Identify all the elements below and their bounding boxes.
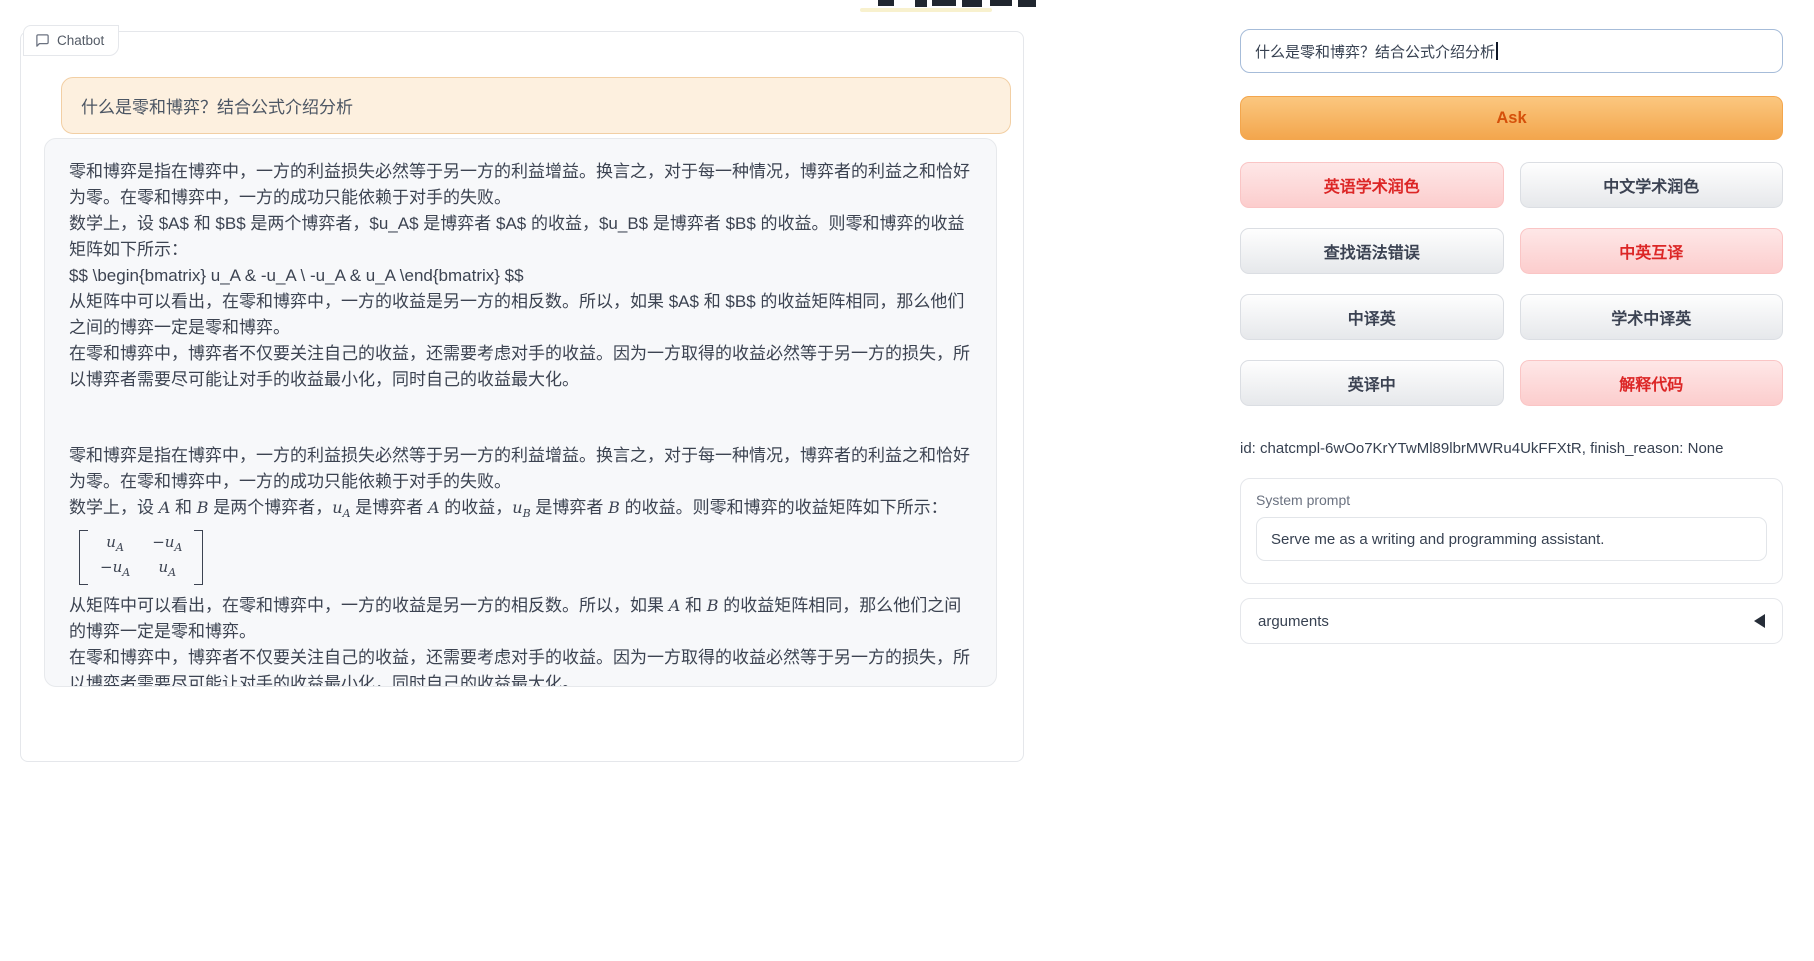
title-fragment: [932, 0, 956, 6]
matrix-cell: −uA: [152, 533, 182, 557]
math-subscript: A: [343, 507, 351, 520]
response-status-line: id: chatcmpl-6wOo7KrYTwMl89lbrMWRu4UkFFX…: [1240, 440, 1783, 457]
button-english-academic-polish[interactable]: 英语学术润色: [1240, 162, 1504, 208]
title-fragment: [990, 0, 1012, 6]
system-prompt-label: System prompt: [1256, 492, 1767, 508]
math-var: u: [512, 498, 522, 517]
user-message-text: 什么是零和博弈？结合公式介绍分析: [81, 93, 353, 118]
button-chinese-academic-polish[interactable]: 中文学术润色: [1520, 162, 1784, 208]
clipped-page-title: [860, 0, 1080, 13]
quick-actions-grid: 英语学术润色 中文学术润色 查找语法错误 中英互译 中译英 学术中译英 英译中 …: [1240, 162, 1783, 406]
bot-raw-paragraph: 零和博弈是指在博弈中，一方的利益损失必然等于另一方的利益增益。换言之，对于每一种…: [69, 159, 972, 211]
matrix-cell: uA: [106, 533, 124, 557]
payoff-matrix: uA −uA −uA uA: [79, 530, 203, 585]
system-prompt-input[interactable]: Serve me as a writing and programming as…: [1256, 517, 1767, 561]
bot-rendered-paragraph-math: 从矩阵中可以看出，在零和博弈中，一方的收益是另一方的相反数。所以，如果 A 和 …: [69, 593, 972, 645]
math-var: A: [428, 498, 440, 517]
arguments-accordion-label: arguments: [1258, 613, 1329, 630]
bot-rendered-paragraph: 零和博弈是指在博弈中，一方的利益损失必然等于另一方的利益增益。换言之，对于每一种…: [69, 443, 972, 495]
bot-rendered-paragraph-math: 数学上，设 A 和 B 是两个博弈者，uA 是博弈者 A 的收益，uB 是博弈者…: [69, 495, 972, 527]
math-var: B: [608, 498, 620, 517]
bot-message-bubble: 零和博弈是指在博弈中，一方的利益损失必然等于另一方的利益增益。换言之，对于每一种…: [44, 138, 997, 687]
bot-rendered-paragraph: 在零和博弈中，博弈者不仅要关注自己的收益，还需要考虑对手的收益。因为一方取得的收…: [69, 645, 972, 687]
arguments-accordion[interactable]: arguments: [1240, 598, 1783, 644]
title-fragment: [878, 0, 894, 6]
bot-raw-paragraph: 数学上，设 $A$ 和 $B$ 是两个博弈者，$u_A$ 是博弈者 $A$ 的收…: [69, 211, 972, 263]
title-fragment: [962, 0, 982, 7]
accordion-collapsed-arrow-icon: [1754, 614, 1765, 628]
question-input-value: 什么是零和博弈？结合公式介绍分析: [1255, 41, 1495, 62]
bot-raw-formula: $$ \begin{bmatrix} u_A & -u_A \ -u_A & u…: [69, 263, 972, 289]
chatbot-panel: Chatbot 什么是零和博弈？结合公式介绍分析 零和博弈是指在博弈中，一方的利…: [20, 31, 1024, 762]
system-prompt-card: System prompt Serve me as a writing and …: [1240, 478, 1783, 584]
bot-raw-block: 零和博弈是指在博弈中，一方的利益损失必然等于另一方的利益增益。换言之，对于每一种…: [69, 159, 972, 393]
button-zh-to-en[interactable]: 中译英: [1240, 294, 1504, 340]
matrix-cell: uA: [158, 558, 176, 582]
math-subscript: B: [523, 507, 531, 520]
chatbot-label-chip: Chatbot: [23, 25, 119, 56]
message-gap: [69, 393, 972, 443]
title-fragment: [915, 0, 927, 7]
math-var: B: [197, 498, 209, 517]
matrix-cell: −uA: [100, 558, 130, 582]
title-fragment: [1018, 0, 1036, 7]
system-prompt-value: Serve me as a writing and programming as…: [1271, 531, 1604, 548]
user-message-bubble: 什么是零和博弈？结合公式介绍分析: [61, 77, 1011, 134]
button-academic-zh-to-en[interactable]: 学术中译英: [1520, 294, 1784, 340]
math-var: A: [159, 498, 171, 517]
title-underline: [860, 8, 992, 12]
math-var: u: [332, 498, 342, 517]
text-cursor: [1496, 42, 1498, 60]
ask-button[interactable]: Ask: [1240, 96, 1783, 140]
matrix-left-bracket: [79, 530, 88, 585]
button-en-to-zh[interactable]: 英译中: [1240, 360, 1504, 406]
math-var: B: [707, 596, 719, 615]
question-input[interactable]: 什么是零和博弈？结合公式介绍分析: [1240, 29, 1783, 73]
button-explain-code[interactable]: 解释代码: [1520, 360, 1784, 406]
bot-rendered-block: 零和博弈是指在博弈中，一方的利益损失必然等于另一方的利益增益。换言之，对于每一种…: [69, 443, 972, 687]
matrix-right-bracket: [194, 530, 203, 585]
bot-raw-paragraph: 在零和博弈中，博弈者不仅要关注自己的收益，还需要考虑对手的收益。因为一方取得的收…: [69, 341, 972, 393]
bot-raw-paragraph: 从矩阵中可以看出，在零和博弈中，一方的收益是另一方的相反数。所以，如果 $A$ …: [69, 289, 972, 341]
chatbot-label: Chatbot: [57, 33, 104, 48]
button-zh-en-mutual-translate[interactable]: 中英互译: [1520, 228, 1784, 274]
math-var: A: [669, 596, 681, 615]
button-find-grammar-errors[interactable]: 查找语法错误: [1240, 228, 1504, 274]
chat-bubble-icon: [35, 33, 50, 48]
